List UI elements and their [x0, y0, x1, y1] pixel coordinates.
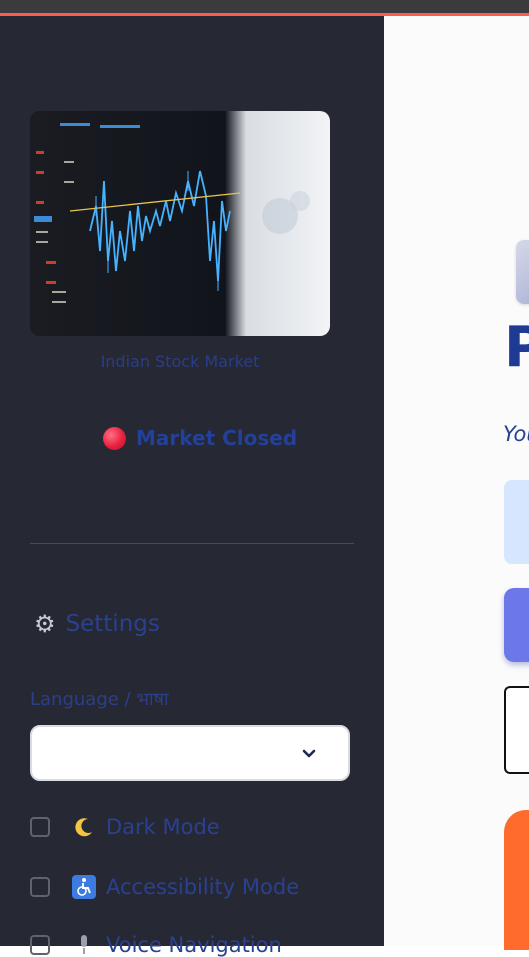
highlight-card: [504, 810, 529, 950]
page-subtitle: You: [503, 422, 529, 446]
voice-navigation-option[interactable]: Voice Navigation: [30, 933, 282, 957]
settings-heading: ⚙ Settings: [34, 611, 160, 637]
info-card: [504, 480, 529, 564]
top-bar: [0, 0, 529, 13]
microphone-icon: [72, 933, 96, 957]
accessibility-mode-option[interactable]: Accessibility Mode: [30, 875, 299, 899]
accessibility-mode-checkbox[interactable]: [30, 877, 50, 897]
moon-icon: [72, 815, 96, 839]
chevron-down-icon: [302, 749, 316, 758]
accessibility-mode-label: Accessibility Mode: [106, 875, 300, 899]
gear-icon: ⚙: [34, 610, 56, 638]
wheelchair-icon: [72, 875, 96, 899]
app-logo-icon: [516, 240, 529, 304]
page-title: P: [504, 315, 529, 380]
stock-market-image: [30, 111, 330, 336]
voice-navigation-checkbox[interactable]: [30, 935, 50, 955]
dark-mode-option[interactable]: Dark Mode: [30, 815, 220, 839]
language-label: Language / भाषा: [30, 689, 169, 710]
market-status: Market Closed: [103, 426, 297, 450]
dark-mode-label: Dark Mode: [106, 815, 220, 839]
dark-mode-checkbox[interactable]: [30, 817, 50, 837]
divider: [30, 543, 354, 544]
primary-button[interactable]: [504, 588, 529, 662]
market-status-label: Market Closed: [136, 426, 298, 450]
language-select[interactable]: [30, 725, 350, 781]
content-card: [504, 686, 529, 774]
red-circle-icon: [103, 426, 126, 450]
image-caption: Indian Stock Market: [100, 352, 260, 371]
settings-title: Settings: [65, 611, 160, 637]
voice-navigation-label: Voice Navigation: [106, 933, 282, 957]
